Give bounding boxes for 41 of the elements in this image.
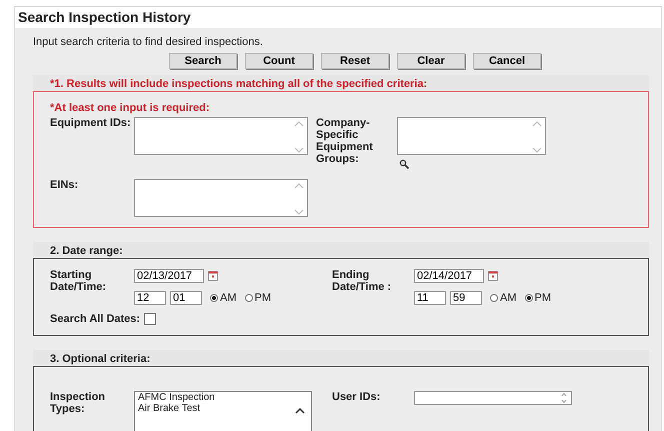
action-button[interactable]: Cancel	[473, 53, 541, 69]
action-button[interactable]: Reset	[321, 53, 389, 69]
field-label: Company-Specific Equipment Groups:	[316, 117, 374, 167]
field-label: Inspection Types:	[50, 391, 106, 417]
field-label: Equipment IDs:	[50, 117, 132, 131]
section-header: 3. Optional criteria:	[33, 350, 649, 366]
radio-option[interactable]: PM	[524, 292, 551, 304]
checkbox[interactable]	[144, 313, 156, 325]
instructions: Input search criteria to find desired inspections.	[33, 36, 264, 48]
field-label: User IDs:	[332, 391, 382, 405]
field-label: Ending Date/Time :	[332, 269, 392, 295]
action-button[interactable]: Count	[245, 53, 313, 69]
action-button[interactable]: Search	[169, 53, 237, 69]
search-icon[interactable]	[399, 159, 409, 169]
text-area[interactable]	[134, 179, 308, 217]
spin-arrows-icon[interactable]	[561, 392, 567, 404]
radio-option[interactable]: AM	[490, 292, 516, 304]
action-button[interactable]: Clear	[397, 53, 465, 69]
date-field[interactable]: 02/13/2017	[134, 269, 204, 283]
date-field[interactable]: 02/14/2017	[414, 269, 484, 283]
field-label: Search All Dates:	[50, 313, 140, 325]
list-item[interactable]: AFMC Inspection	[138, 392, 311, 403]
calendar-icon[interactable]	[208, 271, 218, 281]
field-label: EINs:	[50, 179, 80, 193]
list-item[interactable]: Air Brake Test	[138, 403, 311, 414]
list-box[interactable]: AFMC Inspection Air Brake Test	[134, 391, 312, 431]
field-label: Starting Date/Time:	[50, 269, 108, 295]
hour-field[interactable]: 12	[134, 291, 166, 305]
text-area[interactable]	[134, 117, 308, 155]
text-area[interactable]	[414, 391, 572, 405]
minute-field[interactable]: 01	[170, 291, 202, 305]
radio-option[interactable]: AM	[210, 292, 236, 304]
page-title: Search Inspection History	[15, 7, 661, 28]
radio-option[interactable]: PM	[244, 292, 271, 304]
section-header: 2. Date range:	[33, 242, 649, 258]
section-header: *1. Results will include inspections matching all of the specified criteria:	[33, 75, 649, 91]
hour-field[interactable]: 11	[414, 291, 446, 305]
scroll-up-icon[interactable]	[295, 408, 305, 414]
minute-field[interactable]: 59	[450, 291, 482, 305]
calendar-icon[interactable]	[488, 271, 498, 281]
required-note: *At least one input is required:	[50, 102, 211, 114]
